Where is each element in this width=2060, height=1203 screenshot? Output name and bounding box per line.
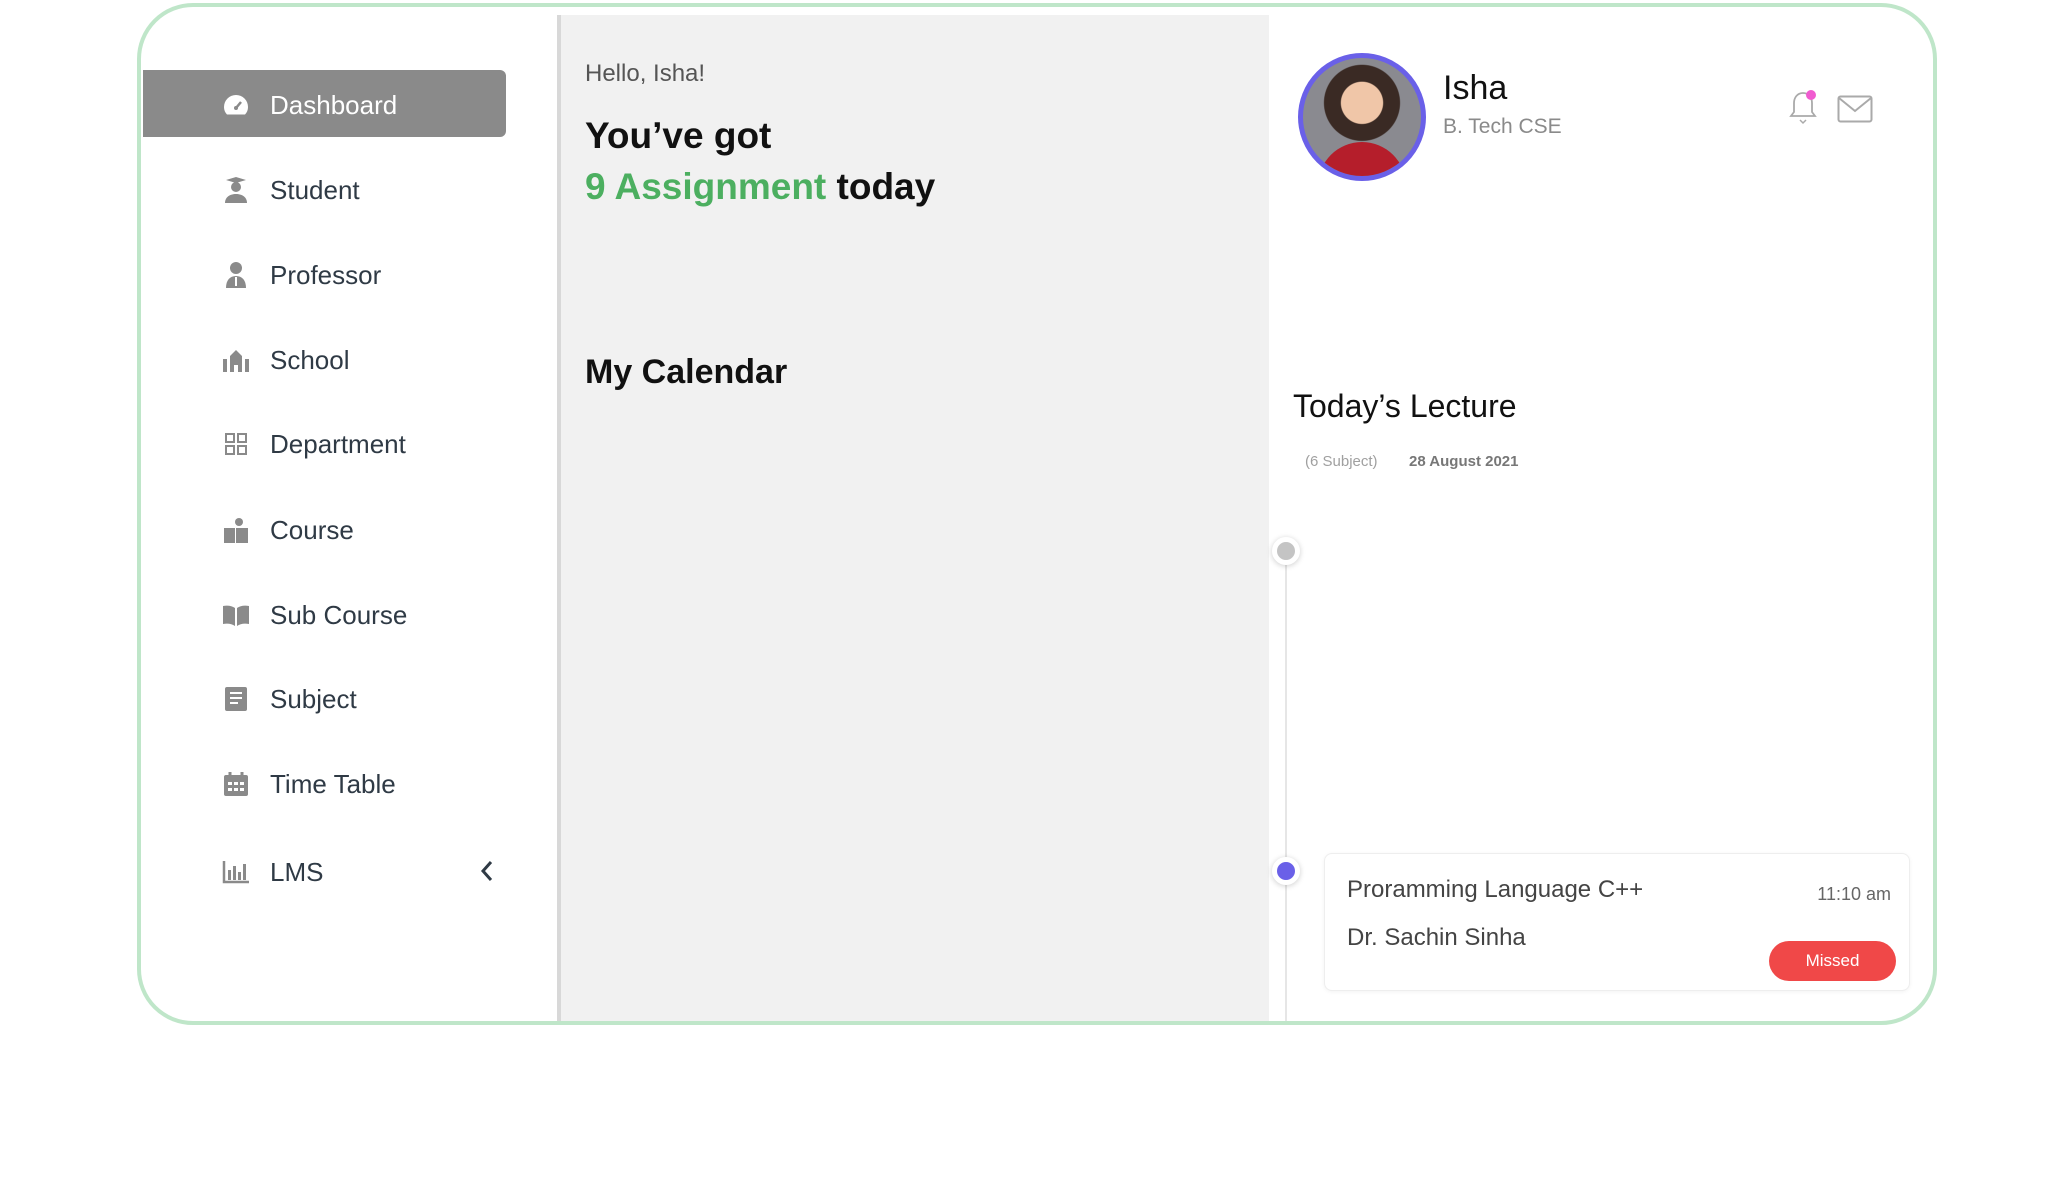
sidebar-item-department[interactable]: Department: [141, 419, 521, 469]
sidebar-item-label: Department: [270, 428, 406, 459]
profile-program: B. Tech CSE: [1443, 115, 1562, 138]
greeting: Hello, Isha!: [585, 60, 706, 87]
sidebar-item-label: LMS: [270, 856, 324, 887]
calendar-icon: [222, 770, 250, 798]
timeline-dot: [1272, 537, 1300, 565]
sidebar-item-lms[interactable]: LMS: [141, 847, 521, 897]
main-panel: Hello, Isha! You’ve got 9 Assignment tod…: [557, 15, 1269, 1021]
lecture-time: 11:10 am: [1817, 884, 1891, 904]
todays-lecture-title: Today’s Lecture: [1293, 388, 1517, 424]
headline-today: today: [836, 166, 936, 207]
profile-name: Isha: [1443, 69, 1508, 107]
bell-icon[interactable]: [1787, 89, 1819, 130]
bar-chart-icon: [222, 858, 250, 886]
timeline-dot-active: [1272, 857, 1300, 885]
sidebar-item-dashboard[interactable]: Dashboard: [141, 80, 521, 130]
course-icon: [222, 516, 250, 544]
sidebar-item-school[interactable]: School: [141, 335, 521, 385]
timeline-line: [1285, 554, 1287, 1021]
book-icon: [222, 601, 250, 629]
sidebar-item-label: Subject: [270, 683, 357, 714]
sidebar-item-label: Student: [270, 174, 360, 205]
sidebar-item-label: Course: [270, 514, 354, 545]
assignment-count[interactable]: 9 Assignment: [585, 166, 826, 207]
missed-status-button[interactable]: Missed: [1769, 941, 1896, 981]
chevron-left-icon[interactable]: [479, 859, 495, 888]
avatar[interactable]: [1298, 53, 1426, 181]
lecture-subject: Proramming Language C++: [1347, 876, 1644, 903]
sidebar-item-label: Dashboard: [270, 89, 398, 120]
sidebar-item-sub-course[interactable]: Sub Course: [141, 590, 521, 640]
student-icon: [222, 176, 250, 204]
sidebar-item-student[interactable]: Student: [141, 165, 521, 215]
subject-count: (6 Subject): [1305, 453, 1378, 470]
school-icon: [222, 346, 250, 374]
grid-icon: [222, 430, 250, 458]
sidebar-item-label: Sub Course: [270, 599, 408, 630]
calendar-title: My Calendar: [585, 353, 788, 391]
assignment-headline: You’ve got 9 Assignment today: [585, 110, 935, 212]
dashboard-gauge-icon: [222, 91, 250, 119]
sidebar-item-label: Professor: [270, 259, 382, 290]
lecture-date: 28 August 2021: [1409, 453, 1519, 470]
mail-icon[interactable]: [1837, 95, 1873, 128]
sidebar-item-course[interactable]: Course: [141, 505, 521, 555]
headline-line-2: 9 Assignment today: [585, 161, 935, 212]
lecture-professor: Dr. Sachin Sinha: [1347, 924, 1526, 951]
lecture-card[interactable]: Proramming Language C++ Dr. Sachin Sinha…: [1324, 853, 1910, 991]
sidebar-item-time-table[interactable]: Time Table: [141, 759, 521, 809]
professor-icon: [222, 261, 250, 289]
headline-line-1: You’ve got: [585, 115, 772, 156]
notebook-icon: [222, 685, 250, 713]
sidebar-item-subject[interactable]: Subject: [141, 674, 521, 724]
sidebar-item-label: School: [270, 344, 350, 375]
sidebar-item-label: Time Table: [270, 768, 396, 799]
sidebar-item-professor[interactable]: Professor: [141, 250, 521, 300]
app-frame: Dashboard Student Professor School Depar…: [137, 3, 1937, 1025]
